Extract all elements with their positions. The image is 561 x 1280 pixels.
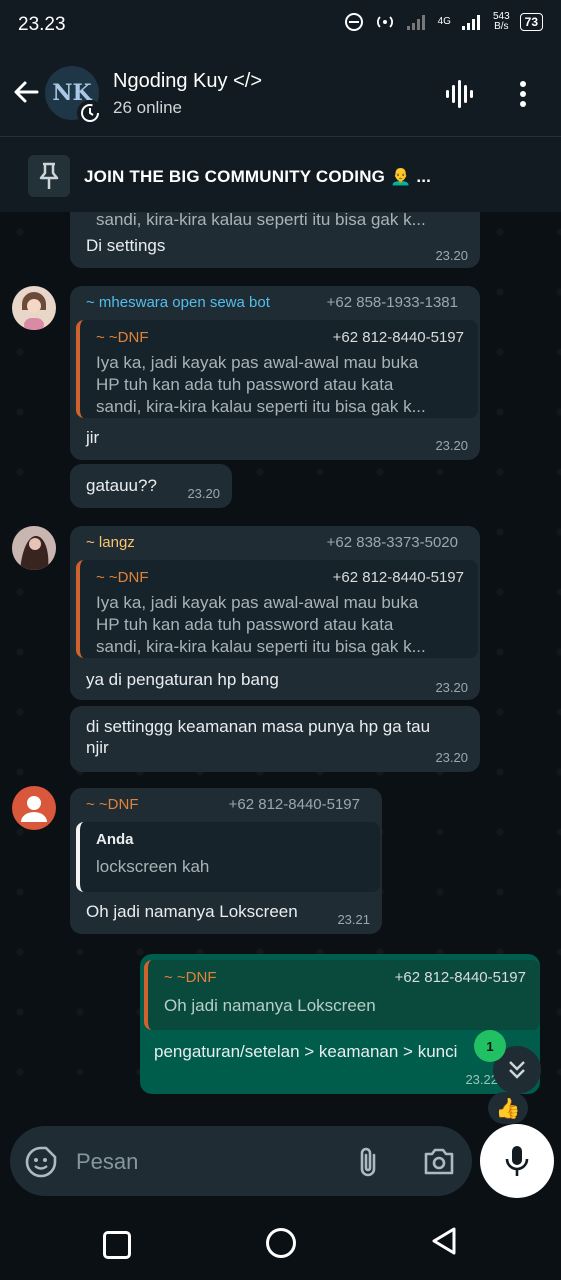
sender-name[interactable]: ~ mheswara open sewa bot (86, 294, 270, 311)
message-text: njir (86, 738, 109, 757)
message-bubble[interactable]: gatauu?? 23.20 (70, 464, 232, 508)
sender-name[interactable]: ~ langz (86, 534, 135, 551)
pinned-message-text: JOIN THE BIG COMMUNITY CODING 👨‍🦲 ... (84, 167, 432, 186)
message-bubble[interactable]: di settinggg keamanan masa punya hp ga t… (70, 706, 480, 772)
recents-button[interactable] (103, 1231, 131, 1259)
system-nav-bar (0, 1208, 561, 1280)
quoted-sender: ~ ~DNF (164, 969, 217, 986)
message-partial-line: sandi, kira-kira kalau seperti itu bisa … (96, 212, 426, 229)
back-nav-icon[interactable] (430, 1226, 458, 1256)
quoted-line: lockscreen kah (96, 857, 210, 876)
sender-avatar[interactable] (12, 526, 56, 570)
microphone-icon (505, 1146, 529, 1176)
message-time: 23.20 (435, 680, 468, 695)
chat-header: NK Ngoding Kuy </> 26 online (0, 50, 561, 136)
message-bubble[interactable]: ~ langz +62 838-3373-5020 ~ ~DNF +62 812… (70, 526, 480, 700)
unread-count-badge: 1 (474, 1030, 506, 1062)
pinned-message-bar[interactable]: JOIN THE BIG COMMUNITY CODING 👨‍🦲 ... (0, 136, 561, 213)
sticker-icon[interactable] (24, 1145, 58, 1179)
quoted-line: HP tuh kan ada tuh password atau kata (96, 615, 394, 634)
more-options-icon[interactable] (518, 80, 528, 108)
quoted-line: Iya ka, jadi kayak pas awal-awal mau buk… (96, 593, 419, 612)
message-time: 23.20 (435, 438, 468, 453)
message-text: di settinggg keamanan masa punya hp ga t… (86, 717, 431, 736)
network-type: 4G (437, 16, 451, 27)
group-title[interactable]: Ngoding Kuy </> (113, 70, 262, 93)
message-bubble[interactable]: ~ ~DNF +62 812-8440-5197 Anda lockscreen… (70, 788, 382, 934)
quoted-phone: +62 812-8440-5197 (332, 329, 464, 346)
message-text: gatauu?? (86, 476, 157, 495)
quoted-phone: +62 812-8440-5197 (394, 969, 526, 986)
message-bubble[interactable]: ~ mheswara open sewa bot +62 858-1933-13… (70, 286, 480, 460)
quoted-line: HP tuh kan ada tuh password atau kata (96, 375, 394, 394)
quoted-line: sandi, kira-kira kalau seperti itu bisa … (96, 637, 426, 656)
sender-avatar[interactable] (12, 286, 56, 330)
battery-indicator: 73 (519, 13, 543, 31)
sender-name[interactable]: ~ ~DNF (86, 796, 139, 813)
sender-avatar[interactable] (12, 786, 56, 830)
double-chevron-down-icon (509, 1061, 525, 1079)
quoted-line: Iya ka, jadi kayak pas awal-awal mau buk… (96, 353, 419, 372)
signal-icon-2 (461, 15, 480, 30)
back-arrow-icon[interactable] (12, 78, 40, 106)
status-bar: 23.23 4G 543 B/s 73 (0, 0, 561, 50)
quoted-sender: ~ ~DNF (96, 569, 149, 586)
message-time: 23.20 (187, 486, 220, 501)
disappearing-timer-icon (77, 100, 103, 126)
message-text: Oh jadi namanya Lokscreen (86, 902, 298, 921)
message-text: pengaturan/setelan > keamanan > kunci (154, 1042, 458, 1061)
reaction-badge[interactable]: 👍 (488, 1092, 528, 1124)
quoted-line: Oh jadi namanya Lokscreen (164, 996, 376, 1015)
voice-chat-icon[interactable] (444, 80, 476, 108)
quoted-message[interactable]: ~ ~DNF +62 812-8440-5197 Oh jadi namanya… (144, 960, 540, 1030)
outgoing-message-bubble[interactable]: ~ ~DNF +62 812-8440-5197 Oh jadi namanya… (140, 954, 540, 1094)
home-button[interactable] (266, 1228, 296, 1258)
message-text: jir (86, 428, 100, 447)
message-text: ya di pengaturan hp bang (86, 670, 279, 689)
message-composer (10, 1126, 472, 1196)
quoted-message[interactable]: ~ ~DNF +62 812-8440-5197 Iya ka, jadi ka… (76, 320, 478, 418)
quoted-line: sandi, kira-kira kalau seperti itu bisa … (96, 397, 426, 416)
message-list[interactable]: sandi, kira-kira kalau seperti itu bisa … (0, 212, 561, 1122)
signal-icon (406, 15, 425, 30)
message-input[interactable] (74, 1144, 328, 1180)
sender-phone: +62 838-3373-5020 (326, 534, 458, 551)
quoted-message[interactable]: ~ ~DNF +62 812-8440-5197 Iya ka, jadi ka… (76, 560, 478, 658)
message-text: Di settings (86, 236, 166, 255)
pin-icon (28, 155, 70, 197)
quoted-message[interactable]: Anda lockscreen kah (76, 822, 380, 892)
voice-record-button[interactable] (480, 1124, 554, 1198)
attachment-icon[interactable] (354, 1145, 382, 1179)
quoted-sender: ~ ~DNF (96, 329, 149, 346)
message-time: 23.20 (435, 750, 468, 765)
message-time: 23.21 (337, 912, 370, 927)
message-bubble[interactable]: sandi, kira-kira kalau seperti itu bisa … (70, 212, 480, 268)
network-speed: 543 B/s (492, 11, 510, 32)
quoted-sender: Anda (96, 831, 134, 848)
sender-phone: +62 812-8440-5197 (228, 796, 360, 813)
sender-phone: +62 858-1933-1381 (326, 294, 458, 311)
dnd-icon (344, 13, 363, 31)
status-time: 23.23 (18, 14, 66, 35)
status-icons: 4G 543 B/s 73 (344, 12, 543, 32)
group-online-count: 26 online (113, 98, 183, 117)
hotspot-icon (376, 16, 393, 28)
message-time: 23.20 (435, 248, 468, 263)
group-avatar[interactable]: NK (45, 66, 103, 126)
camera-icon[interactable] (422, 1145, 456, 1177)
quoted-phone: +62 812-8440-5197 (332, 569, 464, 586)
